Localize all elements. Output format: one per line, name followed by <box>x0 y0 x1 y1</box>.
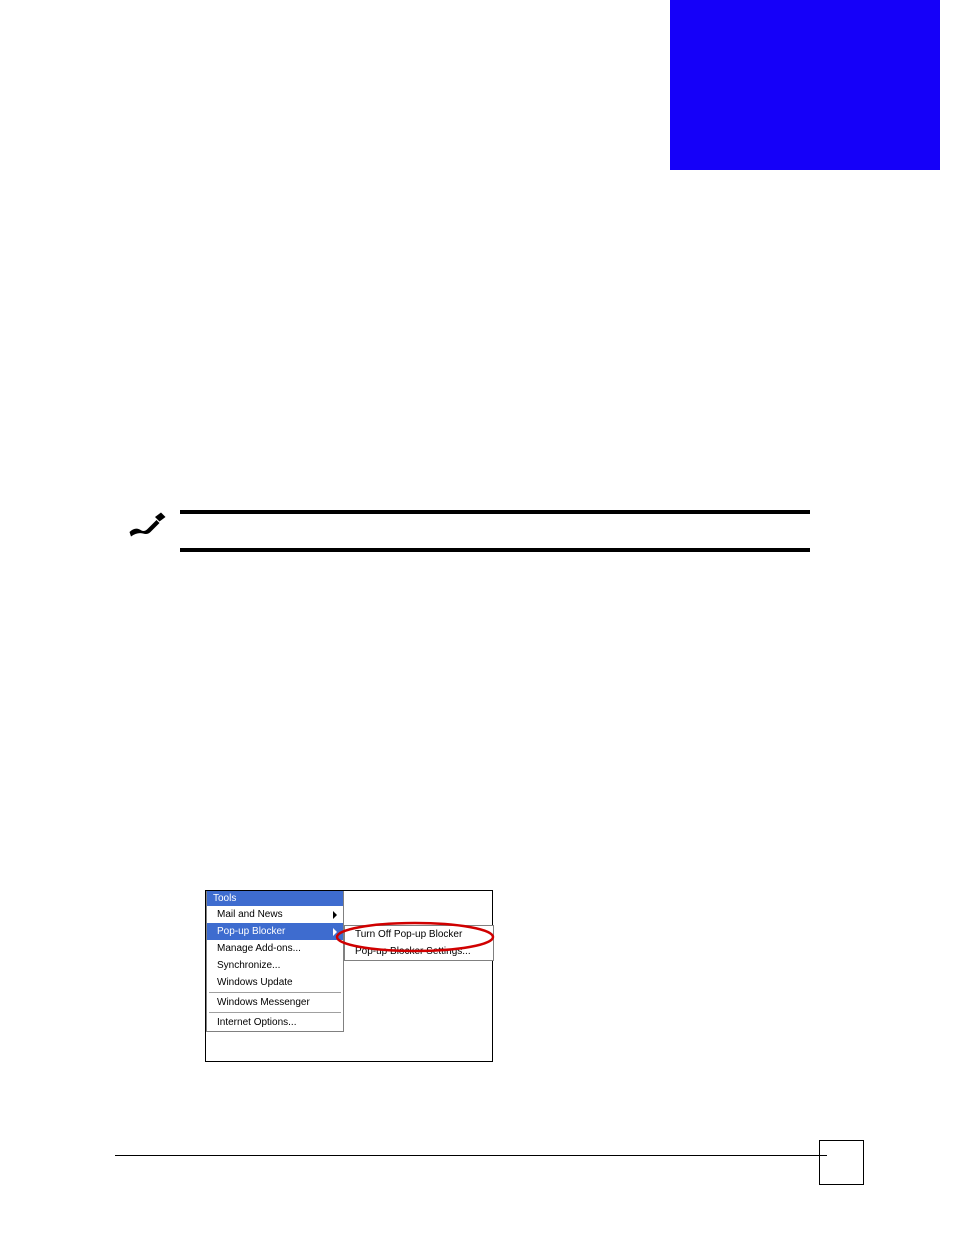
menu-item-label: Manage Add-ons... <box>217 943 301 954</box>
submenu-turn-off[interactable]: Turn Off Pop-up Blocker <box>345 926 493 943</box>
popup-blocker-submenu: Turn Off Pop-up Blocker Pop-up Blocker S… <box>344 925 494 961</box>
menu-separator <box>209 1012 341 1013</box>
menu-item-label: Turn Off Pop-up Blocker <box>355 929 462 940</box>
menu-item-windows-update[interactable]: Windows Update <box>207 974 343 991</box>
submenu-arrow-icon <box>333 928 337 936</box>
menu-item-label: Synchronize... <box>217 960 280 971</box>
submenu-arrow-icon <box>333 911 337 919</box>
menu-item-label: Internet Options... <box>217 1017 297 1028</box>
footer-rule <box>115 1155 827 1156</box>
menu-item-label: Pop-up Blocker Settings... <box>355 946 471 957</box>
menu-item-mail-and-news[interactable]: Mail and News <box>207 906 343 923</box>
menu-item-manage-addons[interactable]: Manage Add-ons... <box>207 940 343 957</box>
page-number-box <box>819 1140 864 1185</box>
menu-item-label: Windows Update <box>217 977 293 988</box>
corner-decoration <box>670 0 940 170</box>
tools-menu-screenshot: Tools Mail and News Pop-up Blocker Manag… <box>205 890 493 1062</box>
menu-item-synchronize[interactable]: Synchronize... <box>207 957 343 974</box>
menu-item-windows-messenger[interactable]: Windows Messenger <box>207 994 343 1011</box>
menu-item-popup-blocker[interactable]: Pop-up Blocker <box>207 923 343 940</box>
submenu-settings[interactable]: Pop-up Blocker Settings... <box>345 943 493 960</box>
menu-item-label: Windows Messenger <box>217 997 310 1008</box>
menu-item-label: Mail and News <box>217 909 283 920</box>
note-block <box>180 510 810 552</box>
note-bottom-rule <box>180 548 810 552</box>
hand-writing-icon <box>125 510 170 542</box>
menu-item-internet-options[interactable]: Internet Options... <box>207 1014 343 1031</box>
menu-item-label: Pop-up Blocker <box>217 926 285 937</box>
note-text <box>180 514 810 548</box>
menu-title[interactable]: Tools <box>207 891 343 906</box>
menu-separator <box>209 992 341 993</box>
